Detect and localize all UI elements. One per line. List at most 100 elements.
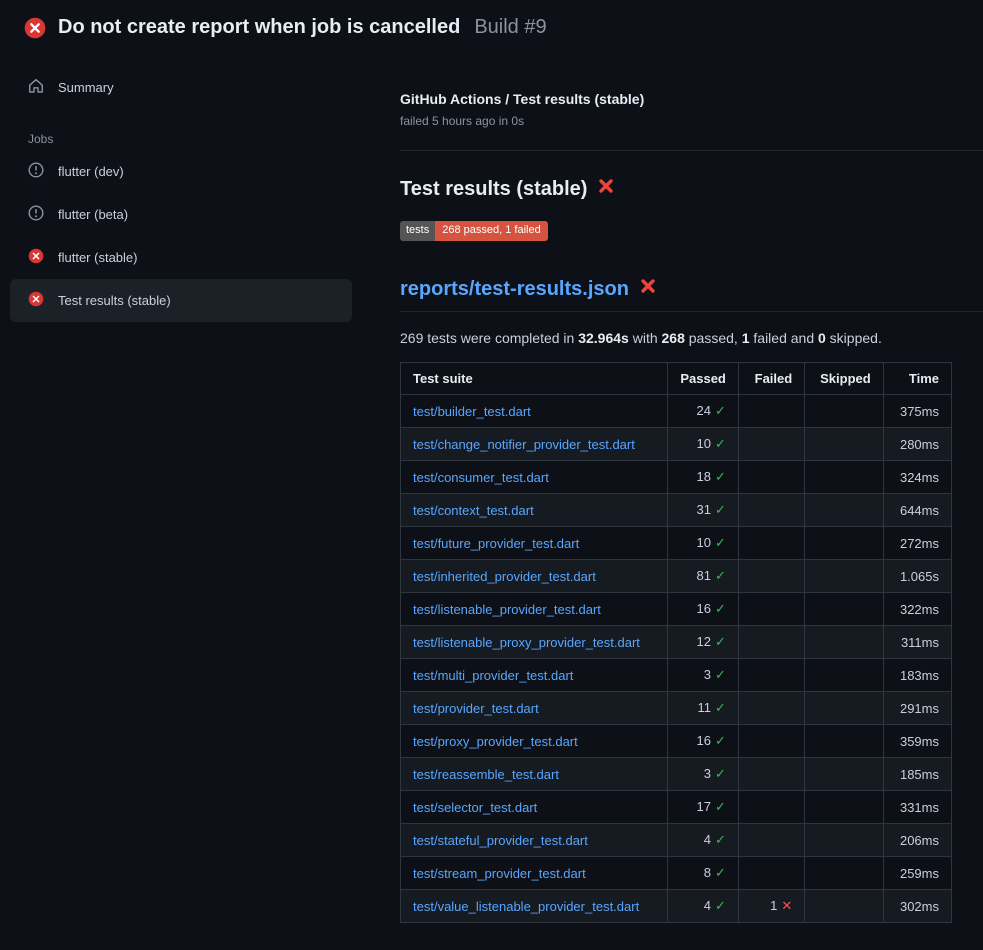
suite-link[interactable]: test/change_notifier_provider_test.dart (413, 437, 635, 452)
passed-cell: 8✓ (668, 857, 739, 890)
suite-cell: test/stream_provider_test.dart (401, 857, 668, 890)
table-row: test/provider_test.dart11✓291ms (401, 692, 952, 725)
suite-link[interactable]: test/value_listenable_provider_test.dart (413, 899, 639, 914)
check-icon: ✓ (715, 667, 726, 682)
passed-cell: 16✓ (668, 725, 739, 758)
run-meta: failed 5 hours ago in 0s (400, 114, 983, 128)
table-row: test/inherited_provider_test.dart81✓1.06… (401, 560, 952, 593)
time-cell: 272ms (883, 527, 951, 560)
failed-cell (738, 758, 804, 791)
passed-cell-value: 4 (704, 898, 711, 913)
time-cell: 206ms (883, 824, 951, 857)
stale-circle-exclamation-icon (28, 162, 44, 181)
skipped-cell (805, 659, 883, 692)
table-row: test/multi_provider_test.dart 3 ✓ 183ms (401, 659, 952, 692)
suite-link[interactable]: test/listenable_provider_test.dart (413, 602, 601, 617)
summary-text: 269 tests were completed in (400, 330, 578, 346)
jobs-sidebar: Summary Jobs flutter (dev) flut (0, 51, 362, 322)
summary-failed: 1 (742, 330, 750, 346)
skipped-cell (805, 758, 883, 791)
x-icon: ✕ (781, 898, 792, 913)
suite-link[interactable]: test/builder_test.dart (413, 404, 531, 419)
suite-link[interactable]: test/listenable_proxy_provider_test.dart (413, 635, 640, 650)
time-cell: 359ms (883, 725, 951, 758)
suite-link[interactable]: test/stateful_provider_test.dart (413, 833, 588, 848)
suite-link[interactable]: test/inherited_provider_test.dart (413, 569, 596, 584)
section-title-text: Test results (stable) (400, 178, 587, 201)
suite-link[interactable]: test/multi_provider_test.dart (413, 668, 573, 683)
suite-link[interactable]: test/future_provider_test.dart (413, 536, 579, 551)
suite-cell: test/reassemble_test.dart (401, 758, 668, 791)
col-header-passed: Passed (668, 363, 739, 395)
suite-link[interactable]: test/consumer_test.dart (413, 470, 549, 485)
time-cell: 324ms (883, 461, 951, 494)
failed-cell (738, 527, 804, 560)
skipped-cell (805, 461, 883, 494)
passed-cell-value: 10 (697, 535, 711, 550)
suite-link[interactable]: test/context_test.dart (413, 503, 534, 518)
passed-cell-value: 10 (697, 436, 711, 451)
failed-cell (738, 395, 804, 428)
summary-skipped: 0 (818, 330, 826, 346)
stale-circle-exclamation-icon (28, 205, 44, 224)
table-row: test/stateful_provider_test.dart4✓206ms (401, 824, 952, 857)
sidebar-item-flutter-dev[interactable]: flutter (dev) (10, 150, 352, 193)
skipped-cell (805, 428, 883, 461)
time-cell: 322ms (883, 593, 951, 626)
passed-cell-value: 18 (697, 469, 711, 484)
suite-cell: test/consumer_test.dart (401, 461, 668, 494)
suite-cell: test/builder_test.dart (401, 395, 668, 428)
passed-cell: 24✓ (668, 395, 739, 428)
suite-link[interactable]: test/stream_provider_test.dart (413, 866, 586, 881)
table-row: test/listenable_provider_test.dart16✓322… (401, 593, 952, 626)
passed-cell: 3✓ (668, 758, 739, 791)
skipped-cell (805, 824, 883, 857)
passed-cell-value: 31 (697, 502, 711, 517)
summary-text: skipped. (826, 330, 882, 346)
suite-link[interactable]: test/provider_test.dart (413, 701, 539, 716)
report-link[interactable]: reports/test-results.json (400, 278, 629, 301)
table-row: test/stream_provider_test.dart8✓259ms (401, 857, 952, 890)
check-icon: ✓ (715, 865, 726, 880)
suite-cell: test/context_test.dart (401, 494, 668, 527)
sidebar-item-flutter-stable[interactable]: flutter (stable) (10, 236, 352, 279)
check-icon: ✓ (715, 535, 726, 550)
jobs-section-label: Jobs (10, 132, 352, 146)
summary-text: with (629, 330, 662, 346)
suite-cell: test/provider_test.dart (401, 692, 668, 725)
divider (400, 150, 983, 151)
skipped-cell (805, 593, 883, 626)
passed-cell-value: 3 (704, 667, 711, 682)
table-header-row: Test suite Passed Failed Skipped Time (401, 363, 952, 395)
suite-link[interactable]: test/proxy_provider_test.dart (413, 734, 578, 749)
summary-text: failed and (750, 330, 819, 346)
red-x-icon (597, 177, 615, 201)
passed-cell-value: 11 (697, 700, 711, 715)
badge-value: 268 passed, 1 failed (435, 221, 547, 241)
x-circle-fill-icon (28, 291, 44, 310)
summary-time: 32.964s (578, 330, 629, 346)
run-title: Do not create report when job is cancell… (58, 16, 460, 39)
red-x-icon (639, 277, 657, 301)
sidebar-item-label: Test results (stable) (58, 293, 171, 308)
check-run-output: GitHub Actions / Test results (stable) f… (362, 51, 983, 947)
sidebar-item-test-results-stable[interactable]: Test results (stable) (10, 279, 352, 322)
time-cell: 183ms (883, 659, 951, 692)
passed-cell-value: 16 (697, 733, 711, 748)
skipped-cell (805, 857, 883, 890)
suite-cell: test/future_provider_test.dart (401, 527, 668, 560)
skipped-cell (805, 692, 883, 725)
sidebar-item-flutter-beta[interactable]: flutter (beta) (10, 193, 352, 236)
check-icon: ✓ (715, 403, 726, 418)
suite-link[interactable]: test/reassemble_test.dart (413, 767, 559, 782)
failed-cell: 1✕ (738, 890, 804, 923)
time-cell: 302ms (883, 890, 951, 923)
sidebar-item-label: flutter (dev) (58, 164, 124, 179)
suite-link[interactable]: test/selector_test.dart (413, 800, 537, 815)
table-row: test/selector_test.dart17✓331ms (401, 791, 952, 824)
sidebar-item-summary[interactable]: Summary (10, 69, 352, 106)
suite-cell: test/inherited_provider_test.dart (401, 560, 668, 593)
x-circle-fill-icon (24, 17, 46, 39)
check-icon: ✓ (715, 832, 726, 847)
skipped-cell (805, 395, 883, 428)
